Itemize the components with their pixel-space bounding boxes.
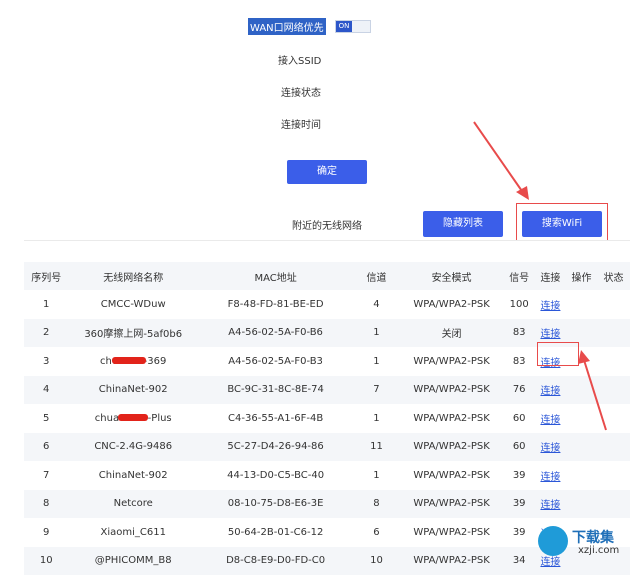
- arrow-head-to-search: [516, 186, 529, 200]
- annotation-arrows: [0, 0, 640, 566]
- watermark-brand: 下载集: [572, 527, 614, 547]
- arrow-head-to-connect: [578, 350, 590, 364]
- watermark-logo-icon: [538, 526, 568, 556]
- watermark-url: xzji.com: [578, 545, 619, 556]
- arrow-line-to-search: [474, 122, 524, 194]
- arrow-line-to-connect: [584, 360, 606, 430]
- watermark: 下载集 xzji.com: [538, 526, 632, 560]
